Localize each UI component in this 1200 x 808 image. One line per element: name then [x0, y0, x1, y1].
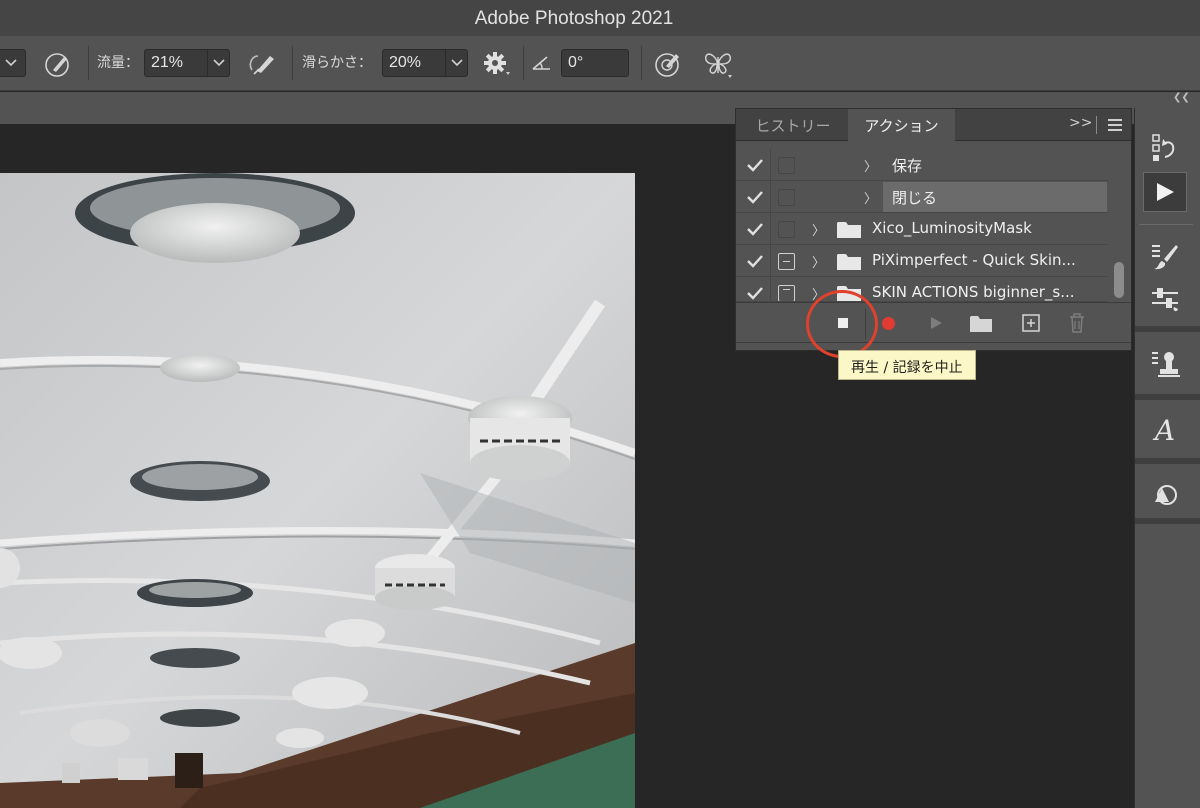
panel-tab-bar: ヒストリー アクション >>: [736, 109, 1131, 142]
scrollbar[interactable]: [1112, 147, 1126, 298]
divider: [292, 46, 293, 80]
history-icon: [1152, 134, 1175, 161]
dialog-toggle[interactable]: [778, 189, 795, 206]
chevron-right-icon[interactable]: 〉: [812, 252, 825, 271]
folder-icon: [837, 222, 861, 238]
action-step-row[interactable]: 〉 保存: [736, 149, 1108, 181]
play-button[interactable]: [924, 311, 948, 335]
action-set-label: Xico_LuminosityMask: [872, 219, 1032, 237]
dialog-toggle[interactable]: [778, 221, 795, 238]
symmetry-icon[interactable]: [702, 49, 736, 79]
trash-icon: [1070, 313, 1084, 333]
angle-field[interactable]: 0°: [561, 49, 629, 77]
action-step-row[interactable]: 〉 閉じる: [736, 181, 1108, 213]
character-icon: A: [1154, 413, 1176, 447]
panel-dock: A: [1134, 108, 1200, 808]
scrollbar-thumb[interactable]: [1114, 262, 1124, 298]
chevron-down-icon: [5, 59, 17, 67]
chevron-down-icon: [451, 59, 463, 67]
delete-button[interactable]: [1065, 311, 1089, 335]
clone-source-dock-button[interactable]: [1145, 344, 1185, 384]
new-set-button[interactable]: [969, 311, 993, 335]
panel-menu-icon[interactable]: [1108, 119, 1122, 134]
dialog-on-toggle[interactable]: [778, 285, 795, 301]
expand-panels-icon[interactable]: >>: [1069, 115, 1092, 131]
checkmark-icon[interactable]: [746, 157, 764, 173]
clone-stamp-icon: [1152, 352, 1180, 377]
brush-settings-dock-button[interactable]: [1145, 280, 1185, 320]
new-action-button[interactable]: [1019, 311, 1043, 335]
tooltip-text: 再生 / 記録を中止: [851, 360, 963, 376]
pressure-opacity-icon[interactable]: [44, 50, 72, 78]
checkmark-icon[interactable]: [746, 189, 764, 205]
panel-footer: [736, 302, 1131, 342]
action-set-label: PiXimperfect - Quick Skin...: [872, 251, 1076, 269]
divider: [88, 46, 89, 80]
smoothing-dropdown[interactable]: 20%: [382, 49, 468, 77]
options-bar: 流量： 21% 滑らかさ： 20% 0°: [0, 36, 1200, 91]
checkmark-icon[interactable]: [746, 221, 764, 237]
pressure-size-icon[interactable]: [654, 50, 682, 78]
airbrush-icon[interactable]: [246, 50, 278, 78]
brushes-dock-button[interactable]: [1145, 236, 1185, 276]
angle-icon: [532, 56, 550, 70]
action-set-row[interactable]: 〉 PiXimperfect - Quick Skin...: [736, 245, 1108, 277]
gear-icon[interactable]: [482, 50, 512, 78]
title-bar: Adobe Photoshop 2021: [0, 0, 1200, 36]
chevron-right-icon[interactable]: 〉: [864, 188, 877, 207]
shapes-icon: [1155, 485, 1177, 505]
play-icon: [1157, 183, 1174, 201]
dialog-partial-toggle[interactable]: [778, 253, 795, 270]
action-step-label: 閉じる: [892, 189, 938, 207]
actions-dock-button[interactable]: [1143, 172, 1187, 212]
brush-mode-dropdown[interactable]: [0, 49, 26, 77]
chevron-right-icon[interactable]: 〉: [864, 156, 877, 175]
divider: [523, 46, 524, 80]
new-set-icon: [970, 315, 992, 332]
shapes-dock-button[interactable]: [1145, 474, 1185, 514]
brush-settings-icon: [1152, 288, 1178, 312]
canvas-image[interactable]: [0, 173, 635, 808]
tooltip: 再生 / 記録を中止: [838, 350, 976, 380]
chevron-down-icon: [213, 59, 225, 67]
actions-panel: ヒストリー アクション >> 〉 保存 〉 閉じる 〉 Xico_Luminos…: [735, 108, 1132, 351]
checkmark-icon[interactable]: [746, 253, 764, 269]
record-icon: [881, 316, 895, 330]
app-title: Adobe Photoshop 2021: [474, 8, 674, 29]
new-action-icon: [1022, 314, 1040, 332]
flow-dropdown[interactable]: 21%: [144, 49, 230, 77]
character-dock-button[interactable]: A: [1145, 410, 1185, 450]
chevron-right-icon[interactable]: 〉: [812, 220, 825, 239]
tab-actions[interactable]: アクション: [848, 109, 955, 142]
angle-value: 0°: [568, 54, 584, 71]
flow-value: 21%: [151, 54, 184, 71]
checkmark-icon[interactable]: [746, 285, 764, 301]
collapse-dock-icon[interactable]: ❮❮: [1173, 92, 1190, 103]
action-set-label: SKIN ACTIONS biginner_s...: [872, 283, 1075, 301]
action-set-row[interactable]: 〉 Xico_LuminosityMask: [736, 213, 1108, 245]
action-step-label: 保存: [892, 157, 923, 175]
flow-label: 流量：: [97, 55, 139, 71]
annotation-circle: [806, 290, 878, 358]
record-button[interactable]: [876, 311, 900, 335]
folder-icon: [837, 254, 861, 270]
action-set-row[interactable]: 〉 SKIN ACTIONS biginner_s...: [736, 277, 1108, 302]
smoothing-value: 20%: [389, 54, 422, 71]
tab-history[interactable]: ヒストリー: [740, 109, 846, 141]
history-dock-button[interactable]: [1145, 128, 1185, 168]
play-icon: [931, 317, 942, 329]
dialog-toggle[interactable]: [778, 157, 795, 174]
divider: [641, 46, 642, 80]
smoothing-label: 滑らかさ：: [302, 55, 372, 71]
brushes-icon: [1152, 245, 1178, 270]
